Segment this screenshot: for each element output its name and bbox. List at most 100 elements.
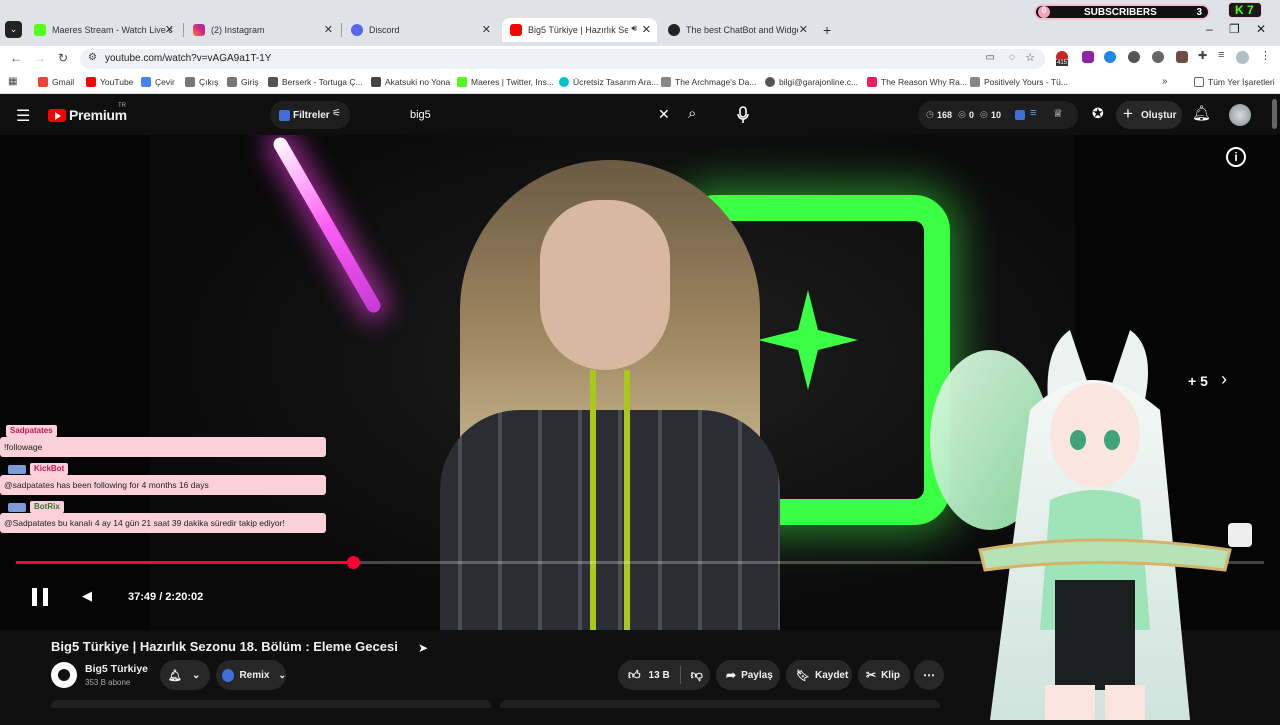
tab-title: Maeres Stream - Watch Live on <box>52 25 172 35</box>
ext-logo-icon[interactable] <box>1015 110 1025 120</box>
thumbs-down-icon[interactable]: 👎︎ <box>691 668 703 683</box>
bookmark-akatsuki[interactable]: Akatsuki no Yona <box>371 77 450 87</box>
reload-icon[interactable]: ↻ <box>58 51 68 65</box>
vtuber-avatar <box>930 330 1250 720</box>
bookmark-berserk[interactable]: Berserk - Tortuga Ç... <box>268 77 363 87</box>
minimize-icon[interactable]: – <box>1206 22 1213 36</box>
pause-icon[interactable] <box>32 588 48 606</box>
restore-icon[interactable]: ❐ <box>1229 22 1240 36</box>
extension-icon[interactable] <box>1104 51 1116 63</box>
close-icon[interactable]: ✕ <box>482 23 491 36</box>
close-icon[interactable]: ✕ <box>799 23 808 36</box>
bookmark-login[interactable]: Giriş <box>227 77 258 87</box>
account-avatar[interactable] <box>1229 104 1251 126</box>
more-bookmarks-icon[interactable]: » <box>1162 76 1168 87</box>
trophy-icon[interactable]: ♕ <box>1053 107 1063 120</box>
subscribed-bell-button[interactable]: 🔔︎ ⌄ <box>160 660 210 690</box>
notifications-bell-icon[interactable]: 🔔︎ <box>1192 104 1211 122</box>
tab-kick[interactable]: Maeres Stream - Watch Live on ✕ <box>26 18 180 42</box>
tab-title: Discord <box>369 25 400 35</box>
share-label: Paylaş <box>741 669 773 681</box>
bookmark-maeres[interactable]: Maeres | Twitter, Ins... <box>457 77 554 87</box>
profile-avatar-icon[interactable] <box>1236 51 1249 64</box>
stat-a: 168 <box>937 110 953 120</box>
tab-instagram[interactable]: (2) Instagram ✕ <box>185 18 339 42</box>
filters-label: Filtreler <box>293 110 330 121</box>
menu-kebab-icon[interactable]: ⋮ <box>1260 49 1271 62</box>
extension-icon[interactable] <box>1176 51 1188 63</box>
chat-username: Sadpatates <box>6 425 57 437</box>
save-label: Kaydet <box>814 669 849 681</box>
mic-button[interactable] <box>730 101 756 129</box>
tab-discord[interactable]: Discord ✕ <box>343 18 497 42</box>
extension-icon[interactable] <box>1128 51 1140 63</box>
time-display: 37:49 / 2:20:02 <box>128 591 204 603</box>
search-icon[interactable]: ⌕ <box>688 105 696 122</box>
forward-icon[interactable]: → <box>34 51 46 65</box>
bookmark-gmail[interactable]: Gmail <box>38 77 74 87</box>
extensions-area: 415 ✚ ≡ ⋮ <box>1052 49 1274 67</box>
bookmark-reason[interactable]: The Reason Why Ra... <box>867 77 967 87</box>
clear-search-icon[interactable]: ✕ <box>658 106 670 123</box>
eye-off-icon[interactable]: ◌ <box>1009 52 1015 63</box>
cast-icon[interactable]: ▭ <box>986 52 995 63</box>
close-icon[interactable]: ✕ <box>642 23 651 36</box>
new-tab-button[interactable]: + <box>823 22 831 38</box>
extension-icon[interactable] <box>1082 51 1094 63</box>
scrollbar[interactable] <box>1272 99 1277 129</box>
extension-icon[interactable] <box>1152 51 1164 63</box>
back-icon[interactable]: ← <box>10 51 22 65</box>
volume-icon[interactable]: ◀︎ <box>82 588 92 604</box>
chat-username: BotRix <box>30 501 64 513</box>
create-button[interactable]: + Oluştur <box>1116 101 1182 129</box>
premium-badge-icon[interactable]: ✪ <box>1092 105 1104 122</box>
filters-button[interactable]: Filtreler ⚟ <box>270 101 350 129</box>
bookmark-youtube[interactable]: YouTube <box>86 77 133 87</box>
clock-icon: ◷ <box>926 109 934 119</box>
share-button[interactable]: ➦ Paylaş <box>716 660 780 690</box>
save-button[interactable]: 🔖︎ Kaydet <box>786 660 852 690</box>
hamburger-menu-icon[interactable]: ☰ <box>16 106 30 126</box>
globe-icon <box>765 77 775 87</box>
like-count: 13 B <box>648 669 670 681</box>
remix-button[interactable]: Remix ⌄ <box>216 660 286 690</box>
bookmark-archmage[interactable]: The Archmage's Da... <box>661 77 756 87</box>
tab-title: (2) Instagram <box>211 25 265 35</box>
bookmark-translate[interactable]: Çevir <box>141 77 175 87</box>
close-icon[interactable]: ✕ <box>165 23 174 36</box>
info-icon[interactable]: i <box>1226 147 1246 167</box>
list-icon[interactable]: ≡ <box>1030 107 1036 119</box>
close-icon[interactable]: ✕ <box>324 23 333 36</box>
discord-icon <box>351 24 363 36</box>
scrubber-handle[interactable] <box>346 556 360 569</box>
like-button[interactable]: 👍︎ 13 B <box>628 668 670 683</box>
url-text[interactable]: youtube.com/watch?v=vAGA9a1T-1Y <box>105 53 271 64</box>
tab-youtube-active[interactable]: Big5 Türkiye | Hazırlık Sezon 🔊︎ ✕ <box>502 18 657 42</box>
search-box[interactable]: big5 ✕ ⌕ <box>398 101 714 129</box>
puzzle-icon[interactable]: ✚ <box>1198 49 1207 62</box>
translate-icon <box>141 77 151 87</box>
omnibox[interactable]: ⚙ youtube.com/watch?v=vAGA9a1T-1Y ▭ ◌ ☆ <box>80 49 1045 69</box>
page-icon <box>970 77 980 87</box>
tab-search-button[interactable]: ⌄ <box>5 21 22 38</box>
reading-list-icon[interactable]: ≡ <box>1218 49 1224 61</box>
star-icon <box>371 77 381 87</box>
youtube-header: ☰ Premium TR Filtreler ⚟ big5 ✕ ⌕ ◷ 168 … <box>0 95 1280 135</box>
bookmark-star-icon[interactable]: ☆ <box>1025 51 1035 64</box>
search-input[interactable]: big5 <box>410 109 431 121</box>
bookmark-positively[interactable]: Positively Yours - Tü... <box>970 77 1068 87</box>
bookmark-exit[interactable]: Çıkış <box>185 77 218 87</box>
video-title: Big5 Türkiye | Hazırlık Sezonu 18. Bölüm… <box>51 639 398 654</box>
bookmark-tasarim[interactable]: Ücretsiz Tasarım Ara... <box>559 77 658 87</box>
all-bookmarks[interactable]: Tüm Yer İşaretleri <box>1194 77 1275 87</box>
canva-icon <box>559 77 569 87</box>
audio-icon[interactable]: 🔊︎ <box>631 23 637 34</box>
clip-button[interactable]: ✂ Klip <box>858 660 910 690</box>
window-close-icon[interactable]: ✕ <box>1256 22 1266 36</box>
widget-label: SUBSCRIBERS <box>1084 7 1157 18</box>
site-info-icon[interactable]: ⚙ <box>88 52 97 63</box>
apps-grid-icon[interactable]: ▦ <box>8 76 17 87</box>
tab-streamelements[interactable]: The best ChatBot and Widgets ✕ <box>660 18 814 42</box>
bookmark-garaj[interactable]: bilgi@garajonline.c... <box>765 77 858 87</box>
channel-name[interactable]: Big5 Türkiye <box>85 663 148 675</box>
